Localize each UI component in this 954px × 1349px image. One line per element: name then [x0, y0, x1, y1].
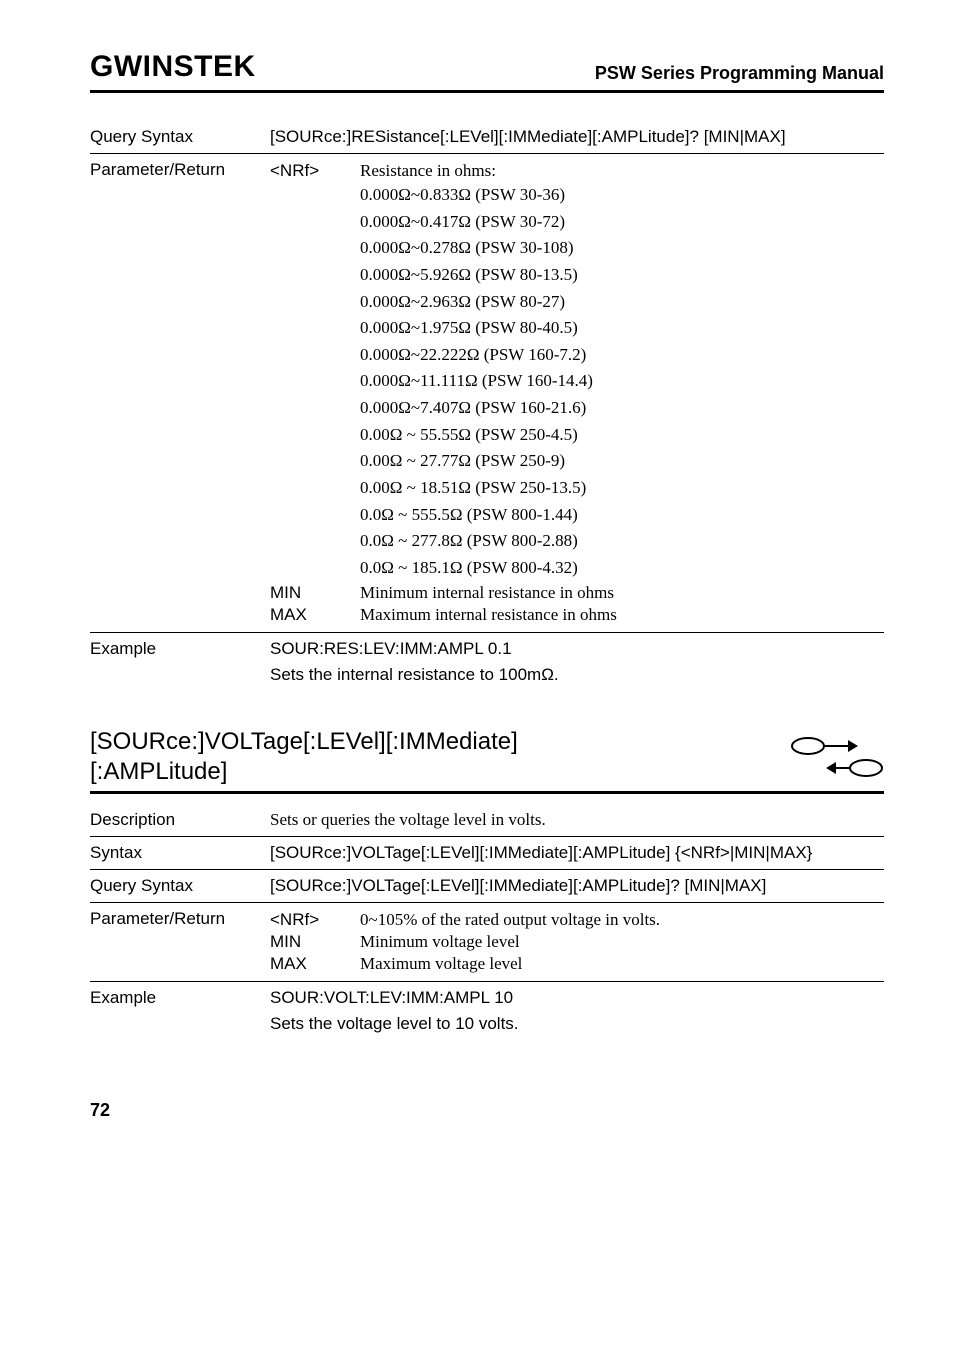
example-label: Example	[90, 639, 270, 659]
page-header: GWINSTEK PSW Series Programming Manual	[90, 50, 884, 93]
resistance-list: 0.000Ω~0.833Ω (PSW 30-36) 0.000Ω~0.417Ω …	[270, 182, 884, 582]
section-heading: [SOURce:]VOLTage[:LEVel][:IMMediate] [:A…	[90, 727, 884, 794]
list-item: 0.000Ω~11.111Ω (PSW 160-14.4)	[360, 369, 884, 394]
parameter-return-row: Parameter/Return <NRf> Resistance in ohm…	[90, 154, 884, 633]
max-key-2: MAX	[270, 954, 360, 974]
list-item: 0.00Ω ~ 18.51Ω (PSW 250-13.5)	[360, 476, 884, 501]
example-desc-2: Sets the voltage level to 10 volts.	[270, 1014, 884, 1034]
list-item: 0.000Ω~1.975Ω (PSW 80-40.5)	[360, 316, 884, 341]
syntax-row: Syntax [SOURce:]VOLTage[:LEVel][:IMMedia…	[90, 837, 884, 870]
list-item: 0.000Ω~22.222Ω (PSW 160-7.2)	[360, 343, 884, 368]
syntax-value: [SOURce:]VOLTage[:LEVel][:IMMediate][:AM…	[270, 843, 884, 863]
syntax-label: Syntax	[90, 843, 270, 863]
list-item: 0.000Ω~5.926Ω (PSW 80-13.5)	[360, 263, 884, 288]
parameter-return-content: <NRf> Resistance in ohms: 0.000Ω~0.833Ω …	[270, 160, 884, 626]
min-key: MIN	[270, 583, 360, 603]
parameter-return-content-2: <NRf> 0~105% of the rated output voltage…	[270, 909, 884, 975]
description-label: Description	[90, 810, 270, 830]
query-syntax-row: Query Syntax [SOURce:]RESistance[:LEVel]…	[90, 121, 884, 154]
list-item: 0.0Ω ~ 277.8Ω (PSW 800-2.88)	[360, 529, 884, 554]
query-syntax-label: Query Syntax	[90, 127, 270, 147]
parameter-return-row-2: Parameter/Return <NRf> 0~105% of the rat…	[90, 903, 884, 982]
max-val-2: Maximum voltage level	[360, 954, 884, 974]
nrf-key: <NRf>	[270, 161, 360, 181]
example-desc: Sets the internal resistance to 100mΩ.	[270, 665, 884, 685]
set-query-icon	[784, 735, 884, 779]
parameter-return-label: Parameter/Return	[90, 160, 270, 180]
max-key: MAX	[270, 605, 360, 625]
example-cmd-2: SOUR:VOLT:LEV:IMM:AMPL 10	[270, 988, 884, 1008]
list-item: 0.0Ω ~ 185.1Ω (PSW 800-4.32)	[360, 556, 884, 581]
nrf-val-2: 0~105% of the rated output voltage in vo…	[360, 910, 884, 930]
example-row: Example SOUR:RES:LEV:IMM:AMPL 0.1 Sets t…	[90, 633, 884, 691]
min-val-2: Minimum voltage level	[360, 932, 884, 952]
section-title-line1: [SOURce:]VOLTage[:LEVel][:IMMediate]	[90, 727, 518, 757]
section-title-line2: [:AMPLitude]	[90, 757, 518, 787]
query-syntax-label-2: Query Syntax	[90, 876, 270, 896]
page-number: 72	[90, 1100, 884, 1121]
description-value: Sets or queries the voltage level in vol…	[270, 810, 884, 830]
brand-logo: GWINSTEK	[90, 50, 256, 84]
list-item: 0.000Ω~0.278Ω (PSW 30-108)	[360, 236, 884, 261]
example-row-2: Example SOUR:VOLT:LEV:IMM:AMPL 10 Sets t…	[90, 982, 884, 1040]
min-key-2: MIN	[270, 932, 360, 952]
query-syntax-row-2: Query Syntax [SOURce:]VOLTage[:LEVel][:I…	[90, 870, 884, 903]
list-item: 0.000Ω~2.963Ω (PSW 80-27)	[360, 290, 884, 315]
section-title: [SOURce:]VOLTage[:LEVel][:IMMediate] [:A…	[90, 727, 518, 787]
list-item: 0.000Ω~0.417Ω (PSW 30-72)	[360, 210, 884, 235]
example-cmd: SOUR:RES:LEV:IMM:AMPL 0.1	[270, 639, 884, 659]
description-row: Description Sets or queries the voltage …	[90, 804, 884, 837]
parameter-return-label-2: Parameter/Return	[90, 909, 270, 929]
document-title: PSW Series Programming Manual	[595, 63, 884, 84]
nrf-key-2: <NRf>	[270, 910, 360, 930]
example-content: SOUR:RES:LEV:IMM:AMPL 0.1 Sets the inter…	[270, 639, 884, 685]
nrf-desc: Resistance in ohms:	[360, 161, 884, 181]
query-syntax-value: [SOURce:]RESistance[:LEVel][:IMMediate][…	[270, 127, 884, 147]
list-item: 0.00Ω ~ 55.55Ω (PSW 250-4.5)	[360, 423, 884, 448]
list-item: 0.00Ω ~ 27.77Ω (PSW 250-9)	[360, 449, 884, 474]
max-val: Maximum internal resistance in ohms	[360, 605, 884, 625]
example-content-2: SOUR:VOLT:LEV:IMM:AMPL 10 Sets the volta…	[270, 988, 884, 1034]
list-item: 0.000Ω~0.833Ω (PSW 30-36)	[360, 183, 884, 208]
query-syntax-value-2: [SOURce:]VOLTage[:LEVel][:IMMediate][:AM…	[270, 876, 884, 896]
min-val: Minimum internal resistance in ohms	[360, 583, 884, 603]
list-item: 0.000Ω~7.407Ω (PSW 160-21.6)	[360, 396, 884, 421]
example-label-2: Example	[90, 988, 270, 1008]
list-item: 0.0Ω ~ 555.5Ω (PSW 800-1.44)	[360, 503, 884, 528]
